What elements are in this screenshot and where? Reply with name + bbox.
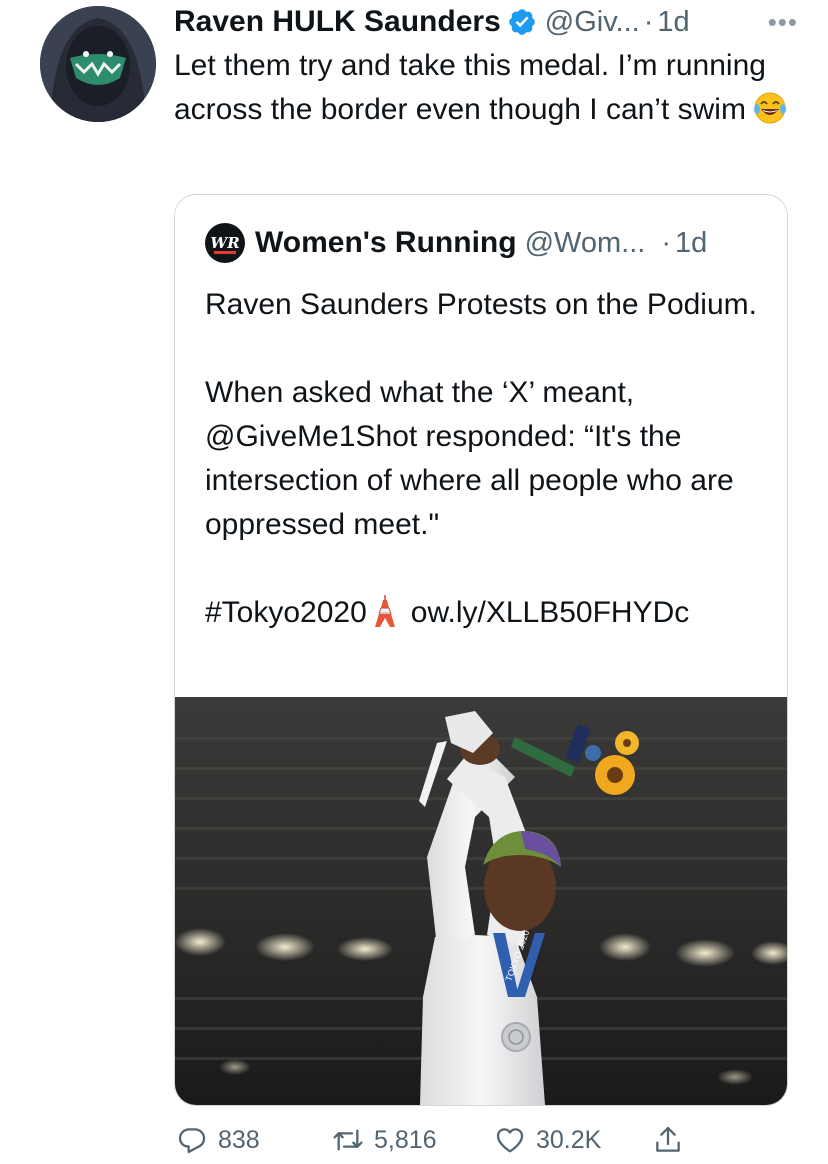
like-count: 30.2K [536, 1125, 602, 1154]
verified-badge-icon [507, 7, 537, 37]
reply-button[interactable]: 838 [176, 1124, 260, 1156]
quoted-links: #Tokyo2020 ow.ly/XLLB50FHYDc [205, 591, 775, 635]
retweet-icon [333, 1129, 363, 1151]
hashtag-link[interactable]: #Tokyo2020 [205, 596, 367, 629]
tweet-action-bar: 838 5,816 30.2K [176, 1120, 696, 1160]
more-options-icon[interactable]: ••• [768, 7, 798, 38]
tokyo-tower-icon [373, 594, 397, 628]
heart-icon [496, 1128, 524, 1153]
quoted-tweet-text: Raven Saunders Protests on the Podium. W… [205, 283, 775, 635]
quoted-tweet-photo[interactable]: TOKYO 2020 [175, 697, 787, 1105]
share-button[interactable] [652, 1124, 684, 1156]
tweet-text: Let them try and take this medal. I’m ru… [174, 44, 794, 132]
like-button[interactable]: 30.2K [494, 1124, 601, 1156]
quoted-author-handle[interactable]: @Wom... [525, 227, 646, 260]
quoted-headline: Raven Saunders Protests on the Podium. [205, 288, 757, 321]
external-link[interactable]: ow.ly/XLLB50FHYDc [411, 596, 689, 629]
reply-icon [178, 1128, 206, 1154]
tweet-body: Let them try and take this medal. I’m ru… [174, 49, 766, 126]
tweet-header: Raven HULK Saunders @Giv... · 1d ••• [174, 2, 798, 42]
quoted-author-name[interactable]: Women's Running [255, 226, 517, 260]
retweet-count: 5,816 [374, 1125, 437, 1154]
quoted-timestamp[interactable]: 1d [675, 227, 707, 260]
tweet-timestamp[interactable]: 1d [657, 6, 689, 39]
womens-running-logo[interactable]: WR [205, 223, 245, 263]
author-name[interactable]: Raven HULK Saunders [174, 5, 501, 39]
retweet-button[interactable]: 5,816 [332, 1124, 437, 1156]
quoted-tweet-card[interactable]: WR Women's Running @Wom... · 1d Raven Sa… [174, 194, 788, 1106]
masked-avatar [40, 6, 156, 122]
share-icon [656, 1126, 680, 1152]
face-with-tears-of-joy-icon [752, 91, 788, 125]
separator-dot: · [643, 5, 654, 38]
author-avatar[interactable] [40, 6, 156, 122]
quoted-tweet-header: WR Women's Running @Wom... · 1d [205, 223, 757, 263]
quoted-separator-dot: · [661, 226, 671, 259]
quoted-avatar-text: WR [210, 234, 240, 252]
quoted-quote: When asked what the ‘X’ meant, @GiveMe1S… [205, 376, 734, 541]
reply-count: 838 [218, 1125, 260, 1154]
author-handle[interactable]: @Giv... [545, 6, 640, 39]
